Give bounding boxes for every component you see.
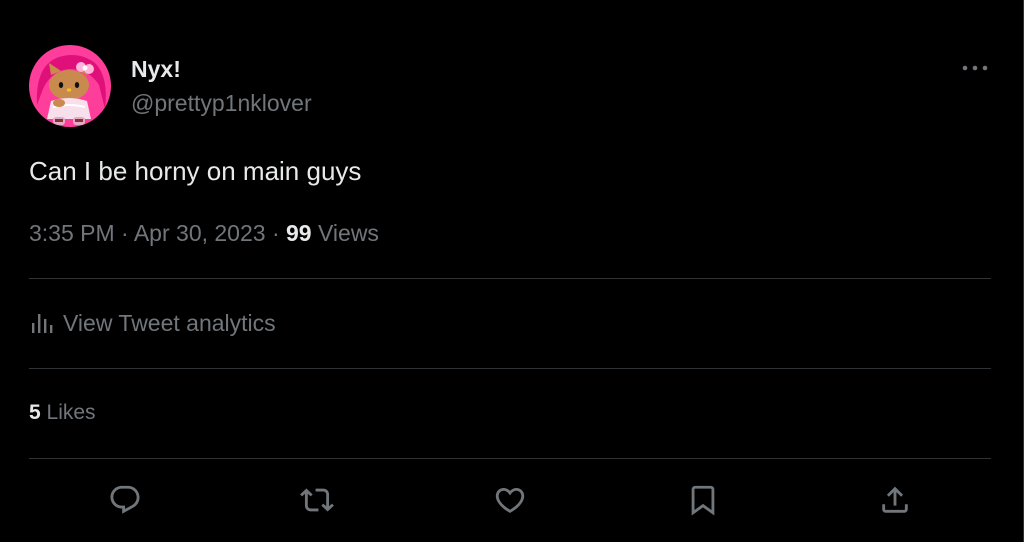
tweet-metadata: 3:35 PM · Apr 30, 2023 · 99 Views: [29, 218, 379, 248]
tweet-text: Can I be horny on main guys: [29, 156, 362, 186]
more-options-button[interactable]: [955, 52, 995, 84]
meta-separator: ·: [271, 220, 280, 246]
divider: [29, 458, 991, 459]
avatar[interactable]: [29, 45, 111, 127]
likes-count: 5: [29, 401, 41, 424]
meta-separator: ·: [121, 220, 129, 246]
bookmark-icon: [691, 485, 715, 516]
like-icon: [495, 487, 525, 513]
views-label: Views: [318, 220, 379, 246]
view-analytics-label: View Tweet analytics: [63, 310, 276, 336]
tweet-date[interactable]: Apr 30, 2023: [134, 220, 266, 246]
tweet-action-bar: [29, 474, 991, 526]
tweet-time[interactable]: 3:35 PM: [29, 220, 115, 246]
analytics-bar-icon: [32, 314, 53, 333]
view-analytics-link[interactable]: View Tweet analytics: [29, 308, 276, 338]
bookmark-button[interactable]: [677, 474, 729, 526]
share-icon: [882, 486, 908, 513]
reply-icon: [110, 485, 140, 514]
display-name[interactable]: Nyx!: [131, 55, 181, 83]
divider: [29, 278, 991, 279]
like-button[interactable]: [484, 474, 536, 526]
hello-kitty-avatar-icon: [29, 45, 111, 127]
more-dots-icon: [962, 65, 988, 71]
reply-button[interactable]: [99, 474, 151, 526]
user-handle[interactable]: @prettyp1nklover: [131, 89, 312, 117]
views-count: 99: [286, 220, 312, 246]
likes-count-link[interactable]: 5 Likes: [29, 399, 96, 427]
retweet-icon: [300, 488, 334, 512]
likes-label: Likes: [46, 401, 96, 424]
tweet-detail: Nyx! @prettyp1nklover Can I be horny on …: [0, 0, 1024, 542]
retweet-button[interactable]: [291, 474, 343, 526]
share-button[interactable]: [869, 474, 921, 526]
divider: [29, 368, 991, 369]
